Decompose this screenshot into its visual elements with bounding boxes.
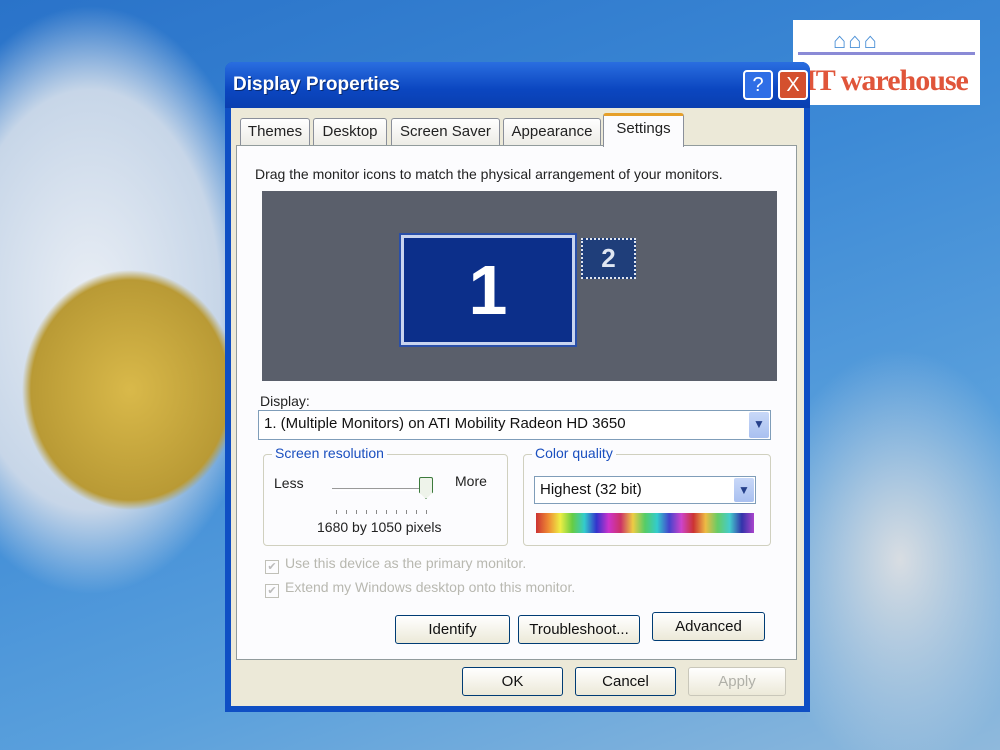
close-button[interactable]: X <box>778 70 808 100</box>
chevron-down-icon[interactable]: ▼ <box>749 412 769 438</box>
apply-button[interactable]: Apply <box>688 667 786 696</box>
primary-monitor-checkbox[interactable]: ✔ Use this device as the primary monitor. <box>265 555 526 574</box>
troubleshoot-button[interactable]: Troubleshoot... <box>518 615 640 644</box>
display-select-value: 1. (Multiple Monitors) on ATI Mobility R… <box>264 415 626 432</box>
monitor-1-icon[interactable]: 1 <box>399 233 577 347</box>
extend-desktop-checkbox[interactable]: ✔ Extend my Windows desktop onto this mon… <box>265 579 575 598</box>
color-quality-group: Color quality Highest (32 bit) ▼ <box>523 445 771 546</box>
tab-appearance[interactable]: Appearance <box>503 118 601 146</box>
help-button[interactable]: ? <box>743 70 773 100</box>
resolution-slider-track[interactable] <box>332 488 432 491</box>
monitor-arrangement-area: 1 2 <box>262 191 777 381</box>
color-quality-select[interactable]: Highest (32 bit) ▼ <box>534 476 756 504</box>
ok-button[interactable]: OK <box>462 667 563 696</box>
logo-divider <box>798 52 975 55</box>
resolution-value: 1680 by 1050 pixels <box>317 519 442 535</box>
screen-resolution-label: Screen resolution <box>272 445 387 461</box>
more-label: More <box>455 473 487 489</box>
watermark-brand: IT warehouse <box>805 64 969 97</box>
settings-panel: Drag the monitor icons to match the phys… <box>236 145 797 660</box>
less-label: Less <box>274 475 304 491</box>
color-spectrum-bar <box>536 513 754 533</box>
it-warehouse-watermark: ⌂⌂⌂ IT warehouse <box>793 20 980 105</box>
tab-desktop[interactable]: Desktop <box>313 118 387 146</box>
resolution-slider-thumb[interactable] <box>419 477 433 499</box>
display-label: Display: <box>260 393 310 409</box>
tab-screen-saver[interactable]: Screen Saver <box>391 118 500 146</box>
title-bar[interactable]: Display Properties ? X <box>225 62 810 108</box>
primary-monitor-label: Use this device as the primary monitor. <box>285 555 527 571</box>
tab-settings[interactable]: Settings <box>603 113 684 147</box>
houses-logo-icon: ⌂⌂⌂ <box>833 28 879 53</box>
color-quality-label: Color quality <box>532 445 616 461</box>
extend-desktop-label: Extend my Windows desktop onto this moni… <box>285 579 576 595</box>
chevron-down-icon[interactable]: ▼ <box>734 478 754 502</box>
monitor-2-icon[interactable]: 2 <box>581 238 636 279</box>
cancel-button[interactable]: Cancel <box>575 667 676 696</box>
advanced-button[interactable]: Advanced <box>652 612 765 641</box>
dialog-client: Themes Desktop Screen Saver Appearance S… <box>231 108 804 706</box>
window-title: Display Properties <box>233 74 400 95</box>
screen-resolution-group: Screen resolution Less More 1680 by 1050… <box>263 445 508 546</box>
display-select[interactable]: 1. (Multiple Monitors) on ATI Mobility R… <box>258 410 771 440</box>
instruction-text: Drag the monitor icons to match the phys… <box>255 166 723 182</box>
checkmark-icon: ✔ <box>265 560 279 574</box>
display-properties-dialog: Display Properties ? X Themes Desktop Sc… <box>225 62 810 712</box>
color-quality-value: Highest (32 bit) <box>540 481 642 498</box>
checkmark-icon: ✔ <box>265 584 279 598</box>
slider-ticks <box>336 510 431 514</box>
tab-themes[interactable]: Themes <box>240 118 310 146</box>
identify-button[interactable]: Identify <box>395 615 510 644</box>
